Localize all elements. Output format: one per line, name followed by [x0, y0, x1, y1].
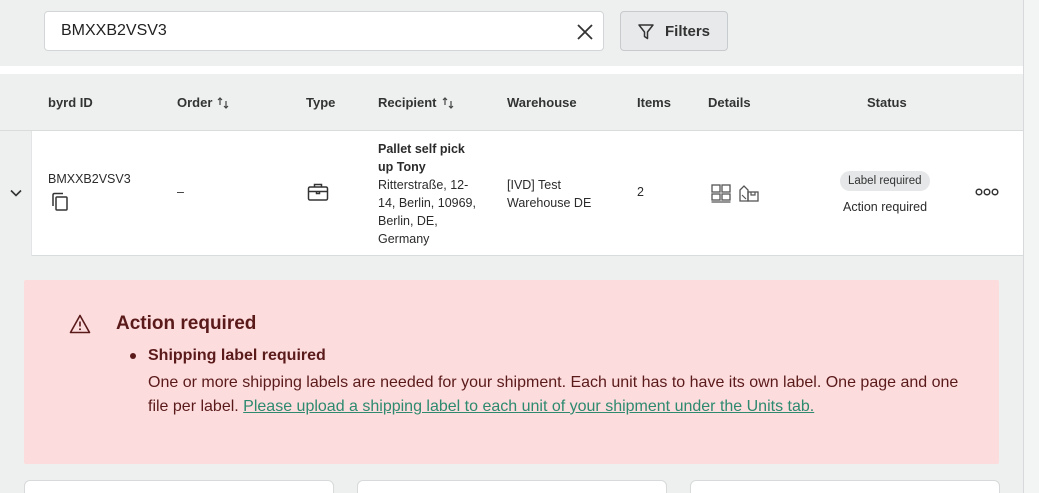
bullet-dot	[130, 353, 136, 359]
sort-icon[interactable]	[442, 97, 454, 109]
recipient-address-line-3: Berlin, DE,	[378, 214, 438, 228]
warning-icon	[69, 314, 91, 334]
status-badge: Label required	[840, 171, 930, 191]
briefcase-icon	[307, 183, 329, 201]
scrollbar[interactable]	[1023, 0, 1039, 493]
more-horizontal-icon[interactable]	[975, 185, 999, 199]
chevron-down-icon[interactable]	[9, 186, 23, 200]
recipient-name-line-1: Pallet self pick	[378, 142, 465, 156]
recipient-cell: Pallet self pick up Tony Ritterstraße, 1…	[378, 140, 488, 248]
alert-title: Action required	[116, 313, 257, 334]
warehouse-line-1: [IVD] Test	[507, 178, 561, 192]
column-header-recipient-label: Recipient	[378, 95, 437, 110]
top-bar: Filters	[0, 0, 1023, 66]
byrd-id-value: BMXXB2VSV3	[48, 172, 131, 186]
items-value: 2	[637, 185, 644, 199]
column-header-warehouse: Warehouse	[507, 95, 577, 110]
table-row[interactable]: BMXXB2VSV3 – Pallet self pick up Tony Ri…	[0, 131, 1023, 256]
row-expander[interactable]	[0, 131, 32, 256]
divider	[0, 66, 1023, 74]
column-header-status: Status	[867, 95, 907, 110]
recipient-name-line-2: up Tony	[378, 160, 426, 174]
close-icon[interactable]	[575, 22, 595, 42]
funnel-icon	[638, 24, 654, 40]
alert-bullet-title: Shipping label required	[148, 347, 326, 364]
detail-card	[690, 480, 1000, 493]
upload-label-link[interactable]: Please upload a shipping label to each u…	[243, 398, 814, 415]
filters-button[interactable]: Filters	[620, 11, 728, 51]
detail-card	[24, 480, 334, 493]
action-required-alert: Action required Shipping label required …	[24, 280, 999, 464]
table-header: byrd ID Order Type Recipient Warehouse I…	[0, 74, 1023, 131]
column-header-details: Details	[708, 95, 751, 110]
column-header-type: Type	[306, 95, 336, 110]
recipient-address-line-2: 14, Berlin, 10969,	[378, 196, 476, 210]
column-header-order[interactable]: Order	[177, 95, 229, 110]
search-field[interactable]	[44, 11, 604, 51]
detail-card	[357, 480, 667, 493]
boxes-icon	[739, 185, 759, 202]
column-header-byrd-id: byrd ID	[48, 95, 93, 110]
warehouse-cell: [IVD] Test Warehouse DE	[507, 176, 591, 212]
sort-icon[interactable]	[217, 97, 229, 109]
column-header-items: Items	[637, 95, 671, 110]
pallet-icon	[711, 184, 731, 203]
recipient-address-line-1: Ritterstraße, 12-	[378, 178, 469, 192]
status-subtext: Action required	[843, 200, 928, 214]
recipient-address-line-4: Germany	[378, 232, 430, 246]
column-header-recipient[interactable]: Recipient	[378, 95, 454, 110]
filters-label: Filters	[665, 23, 711, 40]
search-input[interactable]	[61, 20, 561, 42]
warehouse-line-2: Warehouse DE	[507, 196, 592, 210]
copy-icon[interactable]	[51, 192, 69, 212]
alert-message: One or more shipping labels are needed f…	[148, 371, 968, 419]
column-header-order-label: Order	[177, 95, 213, 110]
order-value: –	[177, 185, 184, 199]
